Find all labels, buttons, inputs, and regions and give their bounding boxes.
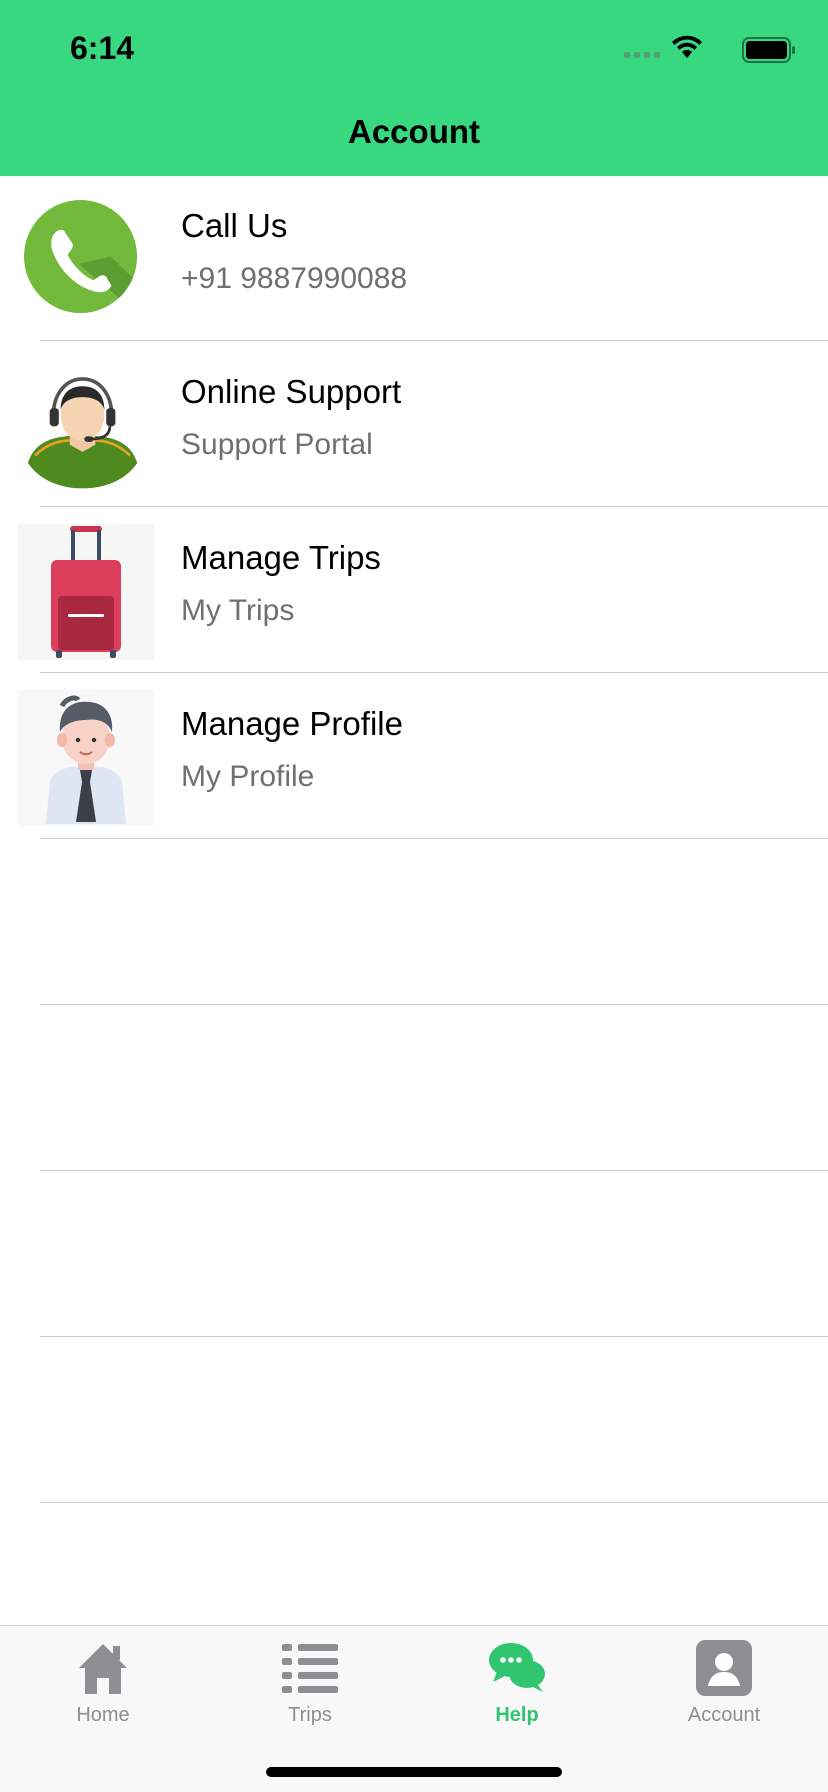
list-item-manage-profile[interactable]: Manage Profile My Profile (0, 674, 828, 840)
row-title: Call Us (181, 207, 288, 244)
row-title: Manage Trips (181, 539, 381, 576)
battery-icon (742, 37, 795, 63)
tab-label: Account (687, 1704, 761, 1726)
empty-row-divider (40, 1170, 828, 1171)
phone-icon (24, 200, 138, 314)
row-divider (40, 838, 828, 839)
page-title: Account (348, 113, 480, 150)
row-subtitle: Support Portal (181, 428, 373, 461)
tab-label: Home (76, 1704, 130, 1726)
row-subtitle: My Profile (181, 760, 315, 793)
empty-row-divider (40, 1502, 828, 1503)
tab-label: Help (495, 1704, 539, 1726)
row-divider (40, 672, 828, 673)
row-divider (40, 340, 828, 341)
home-indicator[interactable] (266, 1767, 562, 1777)
header-bar: 6:14 Account (0, 0, 828, 176)
empty-row-divider (40, 1336, 828, 1337)
screen: 6:14 Account Call Us +91 9887990088 Onli… (0, 0, 828, 1792)
tab-help[interactable]: Help (442, 1634, 592, 1734)
profile-person-icon (18, 690, 154, 826)
tab-label: Trips (288, 1704, 332, 1726)
row-subtitle: +91 9887990088 (181, 262, 408, 295)
support-agent-icon (27, 377, 138, 489)
empty-row-divider (40, 1004, 828, 1005)
suitcase-icon (18, 524, 154, 660)
row-title: Manage Profile (181, 705, 403, 742)
chat-bubbles-icon (489, 1643, 545, 1692)
wifi-icon (672, 35, 702, 58)
list-icon (282, 1644, 338, 1693)
tab-trips[interactable]: Trips (235, 1634, 385, 1734)
row-title: Online Support (181, 373, 402, 410)
list-item-manage-trips[interactable]: Manage Trips My Trips (0, 508, 828, 674)
row-subtitle: My Trips (181, 594, 295, 627)
home-icon (79, 1644, 127, 1694)
row-divider (40, 506, 828, 507)
list-item-call-us[interactable]: Call Us +91 9887990088 (0, 176, 828, 342)
status-time: 6:14 (70, 30, 135, 66)
tab-home[interactable]: Home (28, 1634, 178, 1734)
account-icon (696, 1640, 752, 1696)
tab-account[interactable]: Account (649, 1634, 799, 1734)
list-item-online-support[interactable]: Online Support Support Portal (0, 342, 828, 508)
